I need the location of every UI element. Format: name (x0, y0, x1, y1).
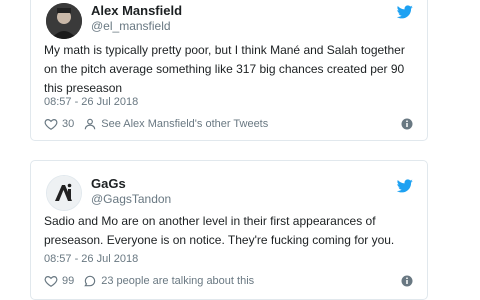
profile-photo-icon (46, 3, 82, 39)
author-handle[interactable]: @GagsTandon (91, 192, 171, 206)
speech-bubble-icon[interactable] (83, 274, 97, 288)
see-other-tweets-link[interactable]: See Alex Mansfield's other Tweets (101, 118, 268, 130)
author-name[interactable]: GaGs (91, 176, 126, 191)
info-icon[interactable] (401, 275, 413, 287)
ai-logo-avatar-icon (47, 176, 81, 210)
twitter-bird-icon[interactable] (397, 5, 413, 19)
tweet-timestamp[interactable]: 08:57 - 26 Jul 2018 (44, 253, 138, 265)
like-count[interactable]: 30 (62, 118, 74, 130)
author-name[interactable]: Alex Mansfield (91, 3, 182, 18)
tweet-text: My math is typically pretty poor, but I … (44, 43, 405, 95)
avatar[interactable] (46, 3, 82, 39)
avatar[interactable] (46, 175, 82, 211)
tweet-actions: 99 23 people are talking about this (44, 273, 413, 289)
author-handle[interactable]: @el_mansfield (91, 19, 171, 33)
heart-icon[interactable] (44, 117, 58, 131)
tweet-timestamp[interactable]: 08:57 - 26 Jul 2018 (44, 96, 138, 108)
heart-icon[interactable] (44, 274, 58, 288)
person-icon[interactable] (83, 117, 97, 131)
twitter-bird-icon[interactable] (397, 179, 413, 193)
info-icon[interactable] (401, 118, 413, 130)
people-talking-link[interactable]: 23 people are talking about this (101, 275, 254, 287)
tweet-text: Sadio and Mo are on another level in the… (44, 214, 395, 247)
tweet-actions: 30 See Alex Mansfield's other Tweets (44, 116, 413, 132)
like-count[interactable]: 99 (62, 275, 74, 287)
tweet-card[interactable]: GaGs @GagsTandon Sadio and Mo are on ano… (30, 160, 428, 300)
tweet-card[interactable]: Alex Mansfield @el_mansfield My math is … (30, 0, 428, 141)
